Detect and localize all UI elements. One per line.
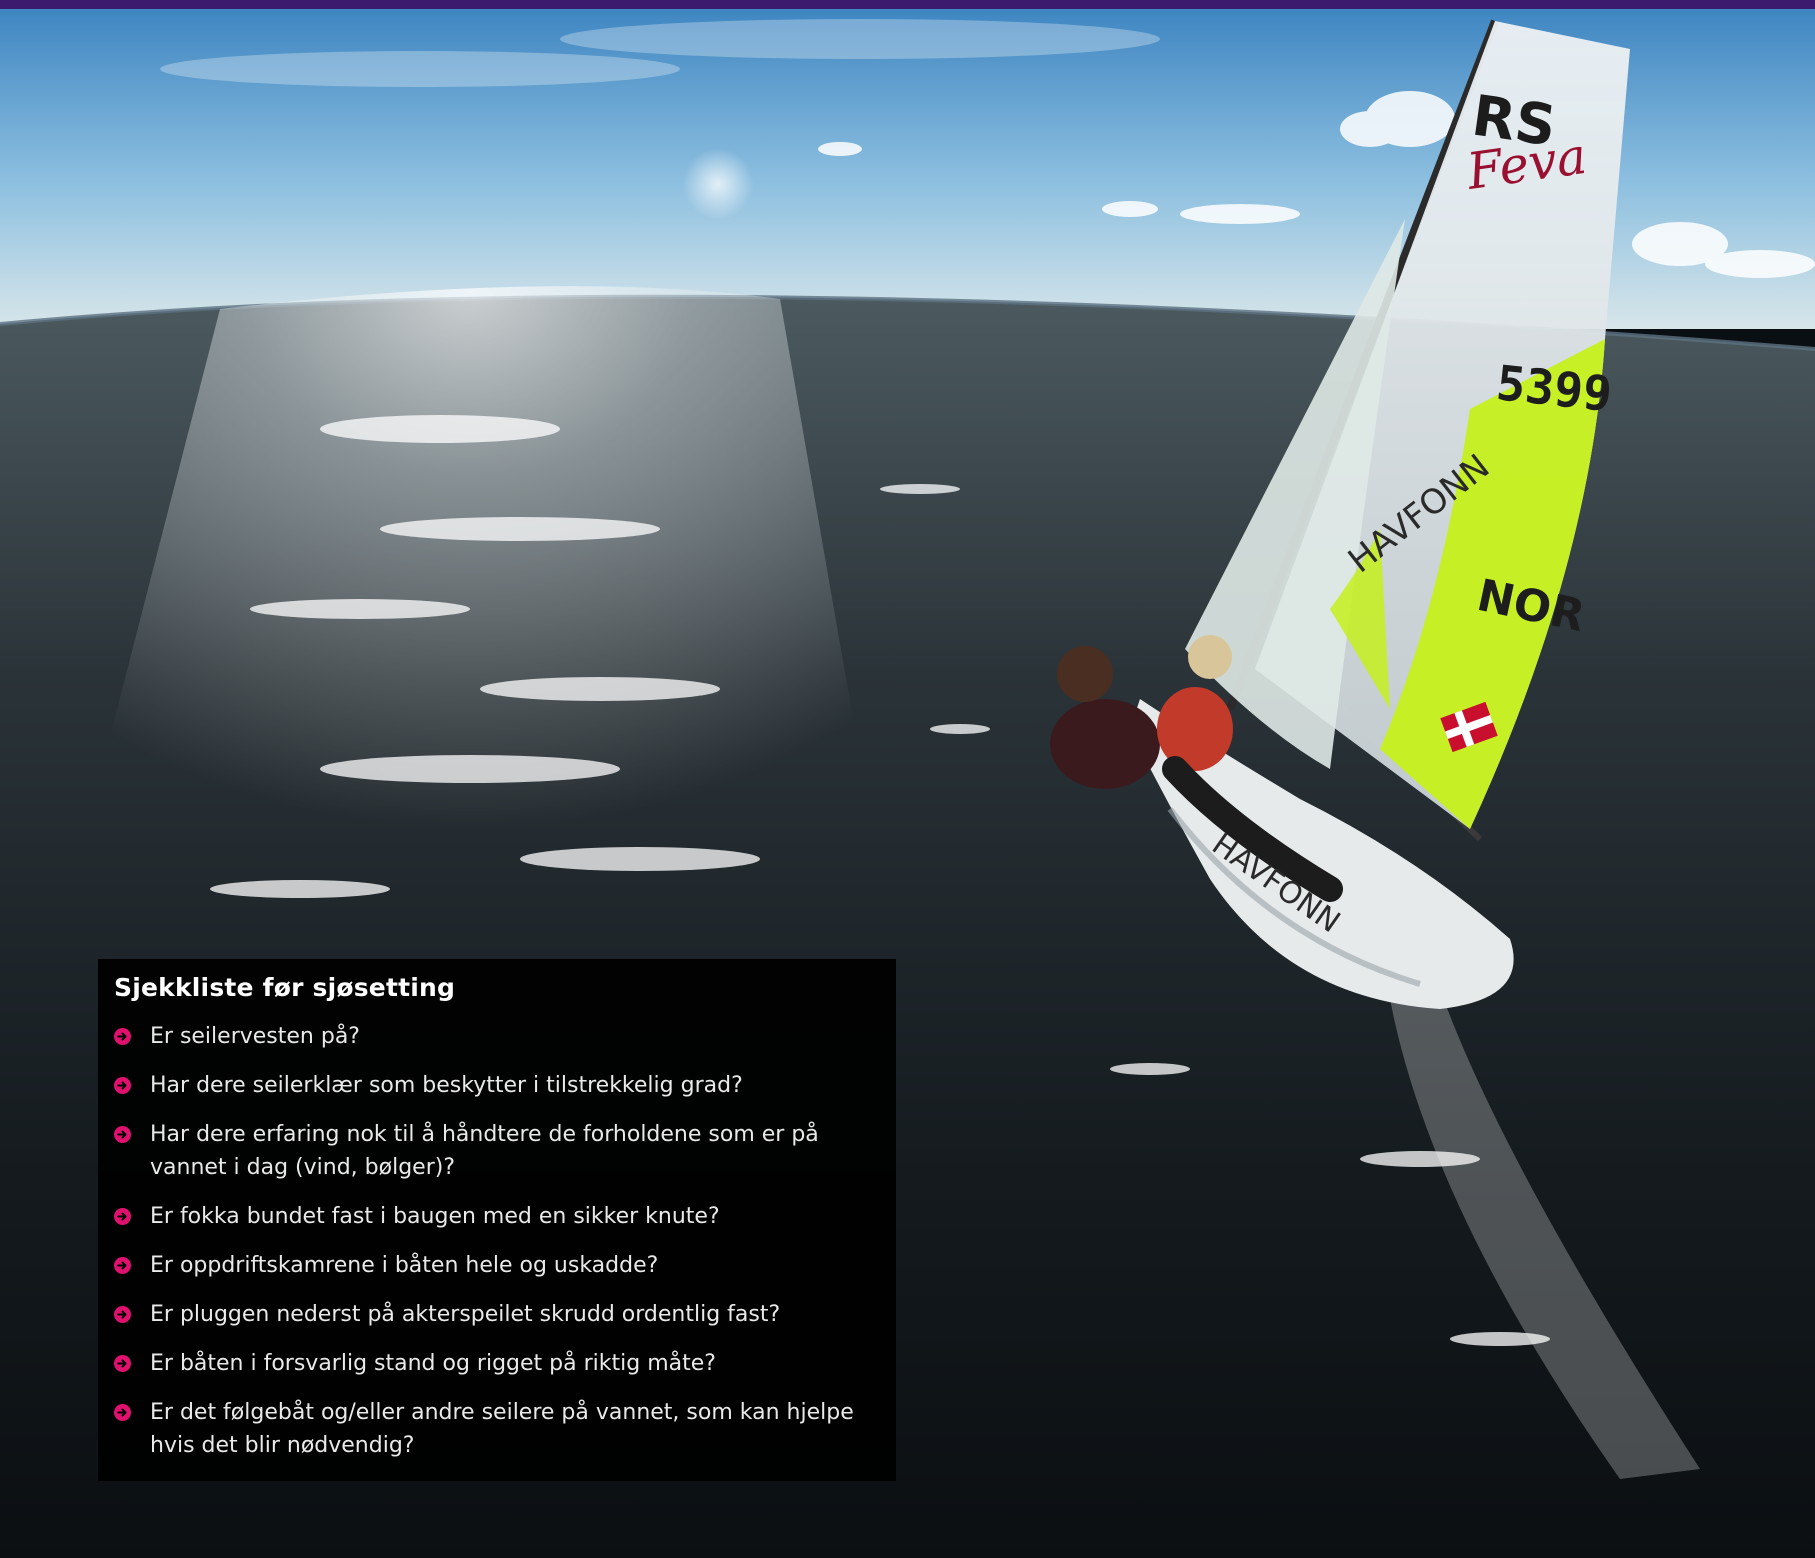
checklist-item-text: Er båten i forsvarlig stand og rigget på…	[150, 1351, 716, 1376]
page: RS Feva 5399 NOR HAVFONN HAVFONN Sjekkli…	[0, 0, 1815, 1558]
checklist-item-text: Er seilervesten på?	[150, 1024, 360, 1049]
checklist-item: Er det følgebåt og/eller andre seilere p…	[114, 1396, 878, 1462]
checklist-item: Er oppdriftskamrene i båten hele og uska…	[114, 1249, 878, 1282]
checklist-item-text: Har dere erfaring nok til å håndtere de …	[150, 1122, 819, 1180]
top-accent-band	[0, 0, 1815, 9]
checklist-item: Er pluggen nederst på akterspeilet skrud…	[114, 1298, 878, 1331]
checklist-item: Har dere erfaring nok til å håndtere de …	[114, 1118, 878, 1184]
arrow-circle-right-icon	[114, 1077, 131, 1094]
arrow-circle-right-icon	[114, 1306, 131, 1323]
checklist-item: Er seilervesten på?	[114, 1020, 878, 1053]
checklist-item-text: Er pluggen nederst på akterspeilet skrud…	[150, 1302, 781, 1327]
arrow-circle-right-icon	[114, 1355, 131, 1372]
checklist-list: Er seilervesten på? Har dere seilerklær s…	[114, 1020, 878, 1462]
arrow-circle-right-icon	[114, 1257, 131, 1274]
arrow-circle-right-icon	[114, 1126, 131, 1143]
arrow-circle-right-icon	[114, 1404, 131, 1421]
checklist-title: Sjekkliste før sjøsetting	[114, 973, 456, 1002]
checklist-item-text: Er fokka bundet fast i baugen med en sik…	[150, 1204, 720, 1229]
sun-glare	[682, 148, 754, 220]
arrow-circle-right-icon	[114, 1028, 131, 1045]
checklist-item: Er båten i forsvarlig stand og rigget på…	[114, 1347, 878, 1380]
checklist-item: Er fokka bundet fast i baugen med en sik…	[114, 1200, 878, 1233]
checklist-item-text: Er oppdriftskamrene i båten hele og uska…	[150, 1253, 659, 1278]
checklist-item: Har dere seilerklær som beskytter i tils…	[114, 1069, 878, 1102]
arrow-circle-right-icon	[114, 1208, 131, 1225]
checklist-item-text: Er det følgebåt og/eller andre seilere p…	[150, 1400, 854, 1458]
checklist-item-text: Har dere seilerklær som beskytter i tils…	[150, 1073, 743, 1098]
checklist-panel: Sjekkliste før sjøsetting Er seilerveste…	[98, 959, 896, 1481]
